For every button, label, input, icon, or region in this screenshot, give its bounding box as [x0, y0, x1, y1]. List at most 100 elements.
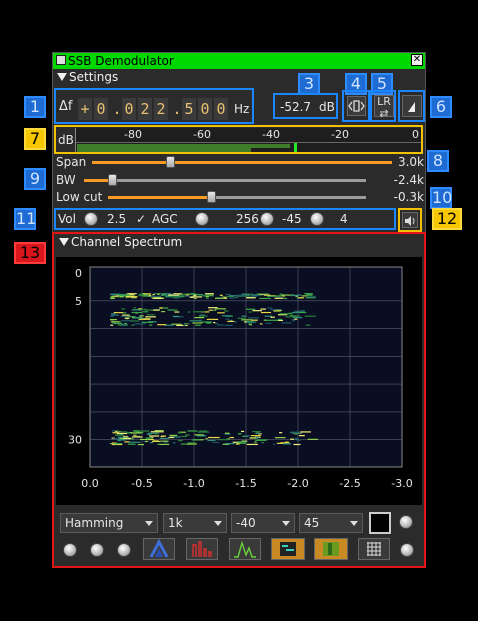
signal-pixel [165, 296, 171, 298]
signal-pixel [187, 430, 198, 432]
span-slider-handle[interactable] [166, 156, 175, 168]
signal-pixel [159, 307, 163, 309]
signal-pixel [185, 434, 189, 436]
agc-time-value: 256 [236, 212, 259, 226]
sign-digit[interactable]: + [78, 98, 92, 120]
signal-pixel [143, 294, 148, 297]
signal-pixel [145, 316, 156, 318]
signal-pixel [217, 312, 225, 314]
signal-pixel [177, 432, 182, 434]
signal-pixel [131, 436, 143, 438]
signal-pixel [296, 294, 302, 296]
spectrogram-3d-button[interactable] [314, 538, 348, 560]
signal-pixel [152, 440, 160, 443]
freq-digit[interactable]: 0 [122, 98, 136, 120]
agc-threshold-knob[interactable] [260, 212, 274, 226]
agc-extra-knob[interactable] [310, 212, 324, 226]
max-hold-button[interactable] [143, 538, 175, 560]
signal-pixel [159, 437, 170, 440]
signal-pixel [295, 295, 299, 297]
signal-pixel [250, 435, 261, 437]
signal-pixel [110, 315, 115, 317]
signal-pixel [183, 324, 186, 326]
signal-pixel [238, 441, 247, 443]
audio-mute-button[interactable] [402, 212, 418, 228]
freq-digit[interactable]: 0 [94, 98, 108, 120]
reference-level-select[interactable]: -40 [231, 513, 295, 533]
signal-pixel [187, 443, 197, 445]
volume-knob[interactable] [84, 212, 98, 226]
signal-pixel [129, 441, 141, 443]
signal-pixel [137, 309, 142, 311]
decay-knob[interactable] [399, 515, 413, 529]
current-trace-button[interactable] [186, 538, 218, 560]
freq-digit[interactable]: 2 [154, 98, 168, 120]
signal-pixel [195, 324, 201, 326]
signal-pixel [256, 293, 269, 295]
signal-pixel [117, 439, 126, 441]
binaural-button[interactable] [347, 96, 366, 116]
signal-pixel [121, 320, 131, 322]
agc-checkbox[interactable]: ✓ [136, 212, 146, 226]
signal-pixel [201, 295, 204, 297]
spectrum-display[interactable]: 0 5 30 0.0 -0.5 -1.0 -1.5 -2.0 -2.5 -3.0 [56, 257, 422, 505]
freq-digit[interactable]: 5 [182, 98, 196, 120]
freq-digit[interactable]: 0 [198, 98, 212, 120]
flip-channels-button[interactable]: LR ⇄ [374, 95, 394, 120]
agc-time-knob[interactable] [195, 212, 209, 226]
signal-pixel [148, 435, 160, 437]
fft-size-select[interactable]: 1k [163, 513, 227, 533]
histogram-button[interactable] [229, 538, 261, 560]
signal-pixel [304, 293, 313, 295]
agc-extra-value: 4 [340, 212, 348, 226]
chevron-down-icon [214, 521, 222, 526]
bw-slider-track[interactable] [84, 179, 366, 182]
sideband-box [398, 90, 425, 122]
agc-threshold-value: -45 [282, 212, 302, 226]
waterfall-button[interactable] [271, 538, 305, 560]
agc-label: AGC [152, 212, 178, 226]
signal-pixel [235, 443, 240, 445]
signal-pixel [145, 437, 153, 439]
signal-pixel [199, 314, 205, 316]
signal-pixel [189, 320, 202, 322]
lowcut-slider-handle[interactable] [207, 191, 217, 203]
signal-pixel [248, 311, 252, 313]
signal-pixel [241, 319, 253, 321]
range-select[interactable]: 45 [299, 513, 363, 533]
signal-pixel [123, 437, 132, 439]
window-function-select[interactable]: Hamming [60, 513, 158, 533]
spectrum-section-header[interactable]: Channel Spectrum [55, 234, 423, 250]
signal-pixel [126, 296, 138, 298]
close-button[interactable]: ✕ [411, 54, 423, 66]
signal-pixel [194, 434, 204, 436]
signal-pixel [237, 317, 246, 319]
signal-pixel [168, 436, 175, 439]
signal-pixel [117, 436, 129, 438]
signal-pixel [113, 312, 124, 314]
sideband-toggle-button[interactable] [402, 95, 422, 117]
grid-intensity-knob[interactable] [400, 543, 414, 557]
averaging-knob[interactable] [90, 543, 104, 557]
x-tick-label: -1.5 [235, 477, 256, 490]
freq-digit[interactable]: 0 [214, 98, 228, 120]
spectrum-label: Channel Spectrum [71, 235, 183, 249]
signal-pixel [201, 321, 212, 323]
settings-section-header[interactable]: Settings [53, 69, 425, 85]
signal-pixel [224, 432, 230, 434]
signal-pixel [160, 431, 164, 433]
spectrum-trace-icon [192, 541, 212, 557]
signal-pixel [296, 439, 302, 441]
grid-toggle-button[interactable] [358, 538, 390, 560]
signal-pixel [154, 433, 158, 435]
signal-pixel [234, 296, 239, 299]
linear-average-knob[interactable] [117, 543, 131, 557]
freq-digit[interactable]: 2 [138, 98, 152, 120]
signal-pixel [216, 324, 224, 326]
select-checkbox[interactable] [56, 55, 66, 65]
title-bar[interactable]: SSB Demodulator ✕ [53, 53, 425, 69]
volume-label: Vol [58, 212, 76, 226]
color-picker-button[interactable] [369, 512, 391, 534]
bw-slider-handle[interactable] [108, 174, 118, 186]
fft-overlap-knob[interactable] [63, 543, 77, 557]
